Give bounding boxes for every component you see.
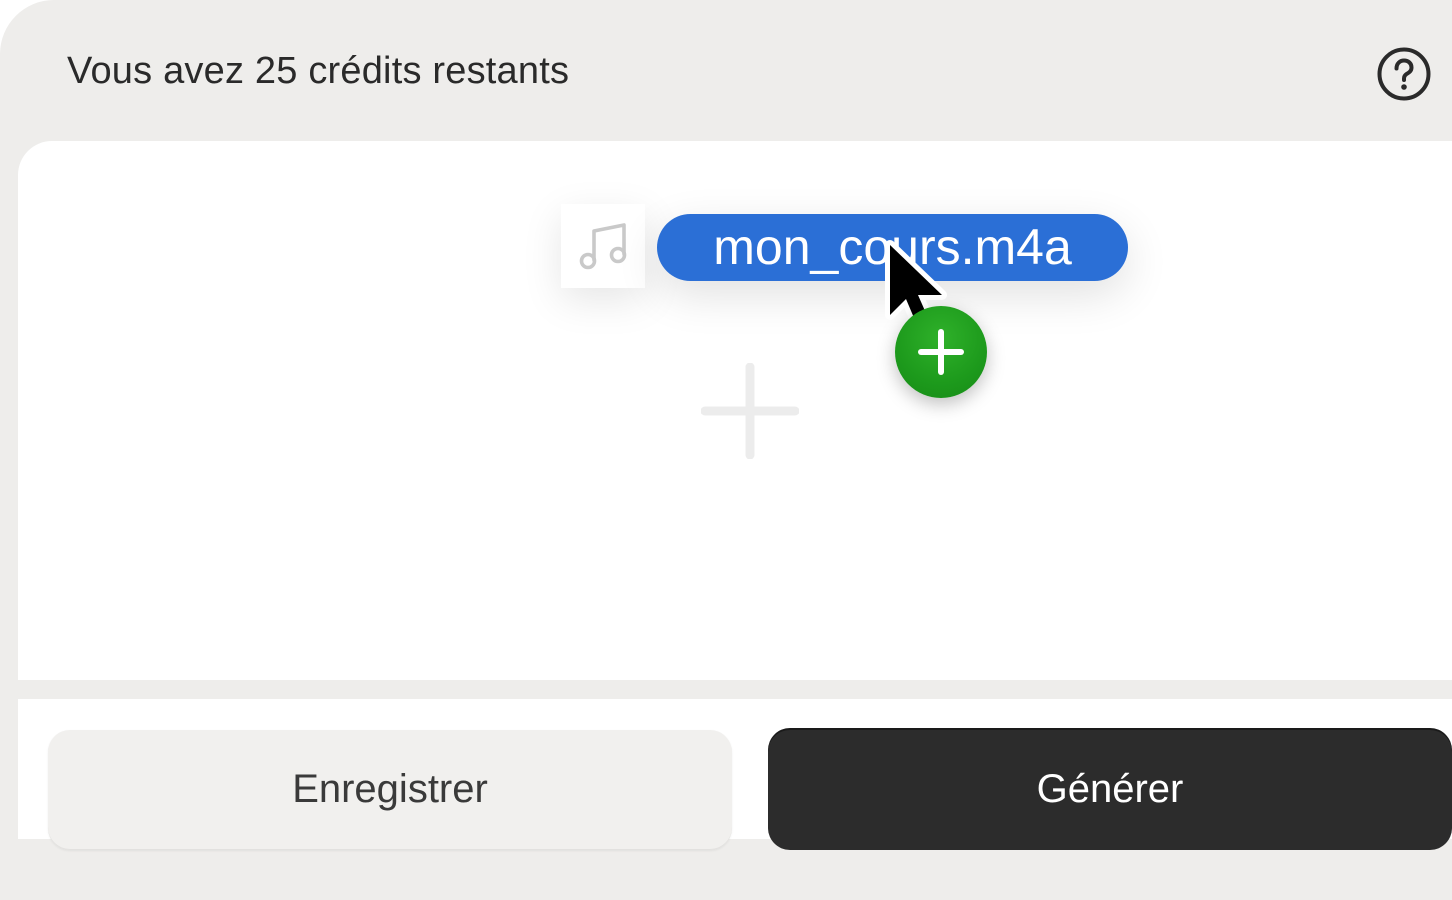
plus-icon xyxy=(701,363,799,459)
add-copy-icon xyxy=(895,306,987,398)
record-button[interactable]: Enregistrer xyxy=(48,730,732,850)
music-note-icon xyxy=(579,223,627,270)
question-circle-icon xyxy=(1377,47,1431,101)
generate-button[interactable]: Générer xyxy=(768,730,1452,850)
help-button[interactable] xyxy=(1377,47,1431,101)
credits-title: Vous avez 25 crédits restants xyxy=(67,50,570,92)
credits-panel: Vous avez 25 crédits restants Enregistre… xyxy=(0,0,1452,900)
dragged-file-thumbnail xyxy=(561,204,645,288)
